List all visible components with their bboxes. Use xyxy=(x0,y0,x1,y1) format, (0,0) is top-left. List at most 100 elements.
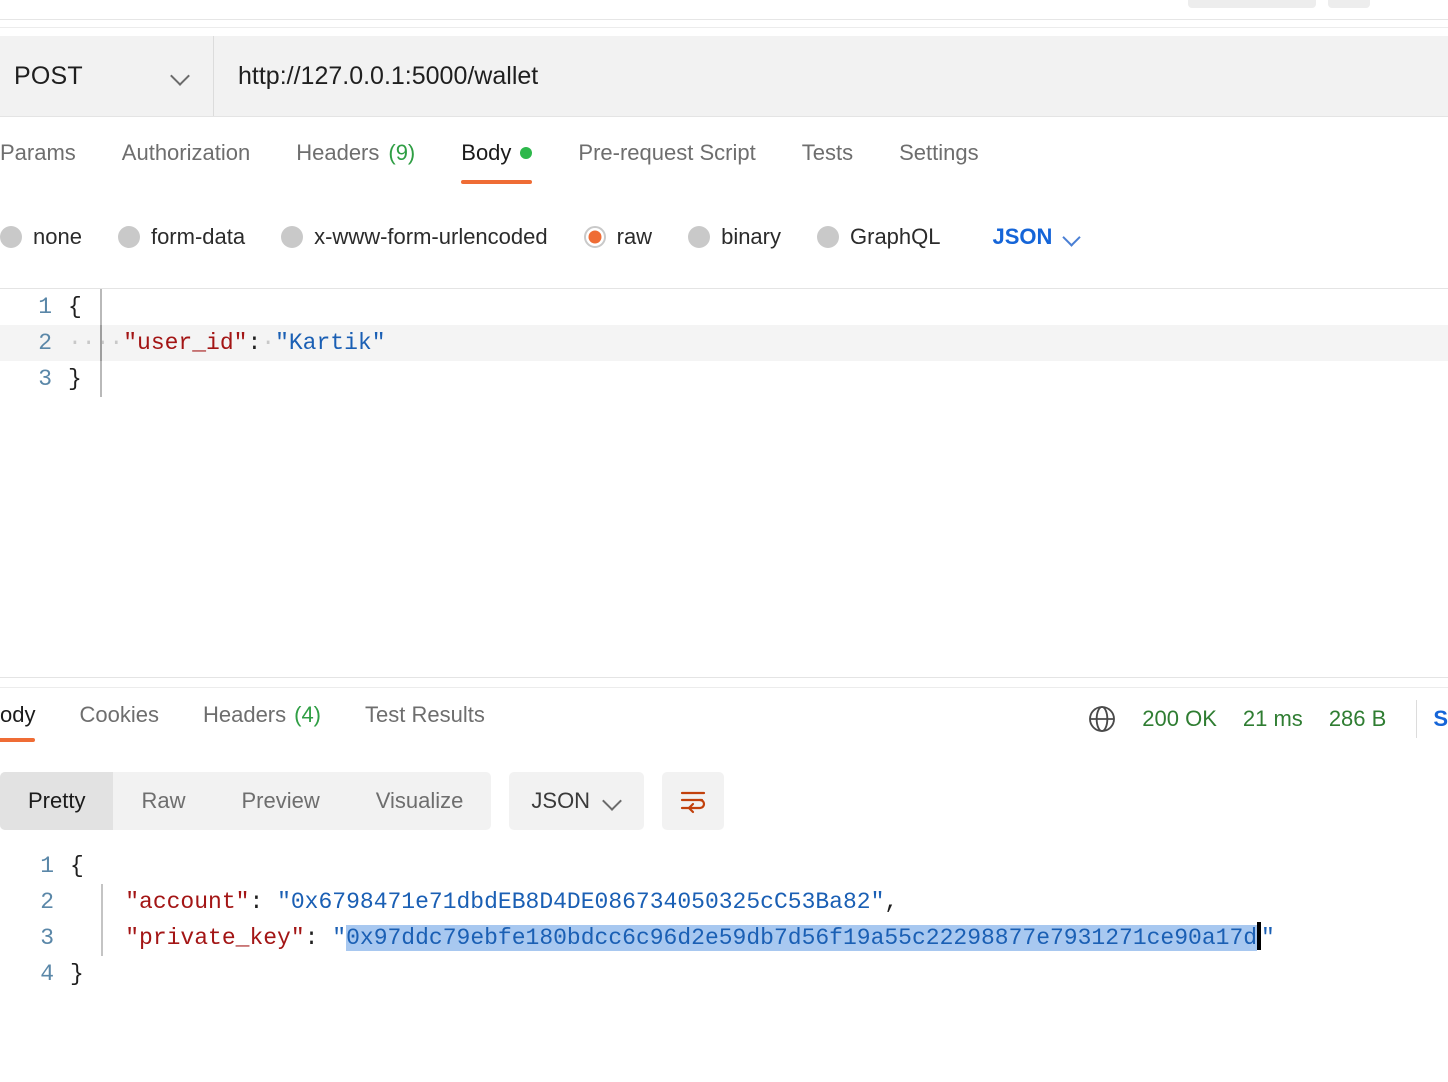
chevron-down-icon xyxy=(171,66,191,86)
response-status-bar: 200 OK 21 ms 286 B S xyxy=(1086,700,1448,738)
request-tab-label: Params xyxy=(0,140,76,165)
response-tab-test-results[interactable]: Test Results xyxy=(365,696,485,742)
request-tab-count: (9) xyxy=(388,140,416,165)
divider xyxy=(0,116,1448,117)
clipped-overflow-button[interactable] xyxy=(1328,0,1370,8)
body-type-radio-none[interactable]: none xyxy=(0,224,82,250)
url-input[interactable]: http://127.0.0.1:5000/wallet xyxy=(214,36,1448,116)
chevron-down-icon xyxy=(604,792,622,810)
divider xyxy=(0,687,1448,688)
response-view-toolbar: Pretty Raw Preview Visualize JSON xyxy=(0,770,725,832)
body-type-label: raw xyxy=(616,224,653,249)
response-size: 286 B xyxy=(1328,706,1387,731)
request-tab-label: Body xyxy=(461,140,512,165)
indent-guide xyxy=(100,289,102,325)
http-method-select[interactable]: POST xyxy=(0,36,214,116)
code-text: "private_key": "0x97ddc79ebfe180bdcc6c96… xyxy=(70,922,1275,952)
request-tab-settings[interactable]: Settings xyxy=(899,134,979,182)
radio-icon xyxy=(817,226,839,248)
response-code-line: 3 "private_key": "0x97ddc79ebfe180bdcc6c… xyxy=(0,920,1448,956)
divider xyxy=(1416,700,1418,738)
request-tab-tests[interactable]: Tests xyxy=(802,134,853,182)
response-tab-cookies[interactable]: Cookies xyxy=(79,696,158,742)
request-code-line: 2 ····"user_id":·"Kartik" xyxy=(0,325,1448,361)
radio-icon xyxy=(117,226,140,248)
selected-text: 0x97ddc79ebfe180bdcc6c96d2e59db7d56f19a5… xyxy=(346,925,1258,952)
chevron-down-icon xyxy=(1064,229,1081,246)
radio-icon xyxy=(0,226,22,248)
body-type-radio-group: none form-data x-www-form-urlencoded raw bin… xyxy=(0,214,1448,260)
code-text: ····"user_id":·"Kartik" xyxy=(68,330,386,356)
response-body-editor[interactable]: 1{2 "account": "0x6798471e71dbdEB8D4DE08… xyxy=(0,848,1448,1028)
request-tab-label: Headers xyxy=(296,140,380,165)
indent-guide xyxy=(100,325,102,361)
radio-icon xyxy=(688,226,711,248)
request-code-line: 3} xyxy=(0,361,1448,397)
active-tab-underline xyxy=(0,738,36,742)
word-wrap-button[interactable] xyxy=(662,772,725,830)
response-tab-headers[interactable]: Headers (4) xyxy=(203,696,321,742)
url-bar: POST http://127.0.0.1:5000/wallet xyxy=(0,36,1448,116)
line-number: 1 xyxy=(40,853,54,879)
line-number: 3 xyxy=(38,366,52,392)
indent-guide xyxy=(101,920,103,956)
response-tab-label: Headers xyxy=(202,702,287,727)
view-mode-raw[interactable]: Raw xyxy=(113,772,213,830)
body-type-radio-form-data[interactable]: form-data xyxy=(117,224,246,250)
body-type-label: x-www-form-urlencoded xyxy=(314,224,548,249)
response-code-line: 1{ xyxy=(0,848,1448,884)
response-view-mode-group: Pretty Raw Preview Visualize xyxy=(0,772,492,830)
body-type-label: form-data xyxy=(150,224,246,249)
response-format-select[interactable]: JSON xyxy=(509,772,645,830)
request-tab-label: Pre-request Script xyxy=(578,140,756,165)
request-tab-label: Tests xyxy=(801,140,854,165)
code-text: { xyxy=(70,853,84,879)
line-number: 2 xyxy=(40,889,54,915)
view-mode-visualize[interactable]: Visualize xyxy=(348,772,492,830)
request-tab-pre-request-script[interactable]: Pre-request Script xyxy=(578,134,755,182)
response-tab-label: Test Results xyxy=(365,702,485,727)
raw-format-select[interactable]: JSON xyxy=(993,224,1082,250)
url-value: http://127.0.0.1:5000/wallet xyxy=(238,61,539,90)
top-clipped-strip xyxy=(0,0,1448,28)
body-type-label: binary xyxy=(721,224,781,249)
body-type-radio-raw[interactable]: raw xyxy=(583,224,653,250)
globe-icon xyxy=(1089,706,1116,732)
save-as-example-link[interactable]: S xyxy=(1433,706,1448,732)
response-tab-label: ody xyxy=(0,702,36,727)
radio-icon xyxy=(583,226,606,248)
postman-request-response-pane: POST http://127.0.0.1:5000/wallet Params… xyxy=(0,0,1448,1082)
line-number: 4 xyxy=(40,961,54,987)
body-type-label: GraphQL xyxy=(850,224,941,249)
request-tab-authorization[interactable]: Authorization xyxy=(122,134,250,182)
request-tab-params[interactable]: Params xyxy=(0,134,76,182)
response-tab-ody[interactable]: ody xyxy=(0,696,36,742)
clipped-save-button[interactable] xyxy=(1188,0,1316,8)
body-present-dot-icon xyxy=(520,147,533,159)
code-text: { xyxy=(68,294,82,320)
request-body-editor[interactable]: 1{2 ····"user_id":·"Kartik" 3} xyxy=(0,289,1448,677)
indent-guide xyxy=(100,361,102,397)
view-mode-pretty[interactable]: Pretty xyxy=(0,772,114,830)
divider xyxy=(0,27,1448,28)
body-type-radio-binary[interactable]: binary xyxy=(688,224,781,250)
line-number: 3 xyxy=(40,925,54,951)
code-text: "account": "0x6798471e71dbdEB8D4DE086734… xyxy=(125,889,899,915)
request-tab-body[interactable]: Body xyxy=(461,134,533,184)
response-tab-label: Cookies xyxy=(79,702,159,727)
body-type-radio-x-www-form-urlencoded[interactable]: x-www-form-urlencoded xyxy=(281,224,548,250)
view-mode-preview[interactable]: Preview xyxy=(213,772,347,830)
http-method-label: POST xyxy=(14,61,83,90)
raw-format-label: JSON xyxy=(992,224,1053,249)
code-text: } xyxy=(70,961,84,987)
indent-guide xyxy=(101,884,103,920)
radio-icon xyxy=(281,226,304,248)
request-tab-label: Authorization xyxy=(121,140,251,165)
request-tabs: Params Authorization Headers (9) Body Pre-req… xyxy=(0,134,1448,196)
response-time: 21 ms xyxy=(1242,706,1303,731)
request-tab-headers[interactable]: Headers (9) xyxy=(296,134,415,182)
status-code: 200 OK xyxy=(1142,706,1217,731)
body-type-radio-graphql[interactable]: GraphQL xyxy=(817,224,941,250)
request-tab-label: Settings xyxy=(899,140,979,165)
response-tab-count: (4) xyxy=(294,702,322,727)
